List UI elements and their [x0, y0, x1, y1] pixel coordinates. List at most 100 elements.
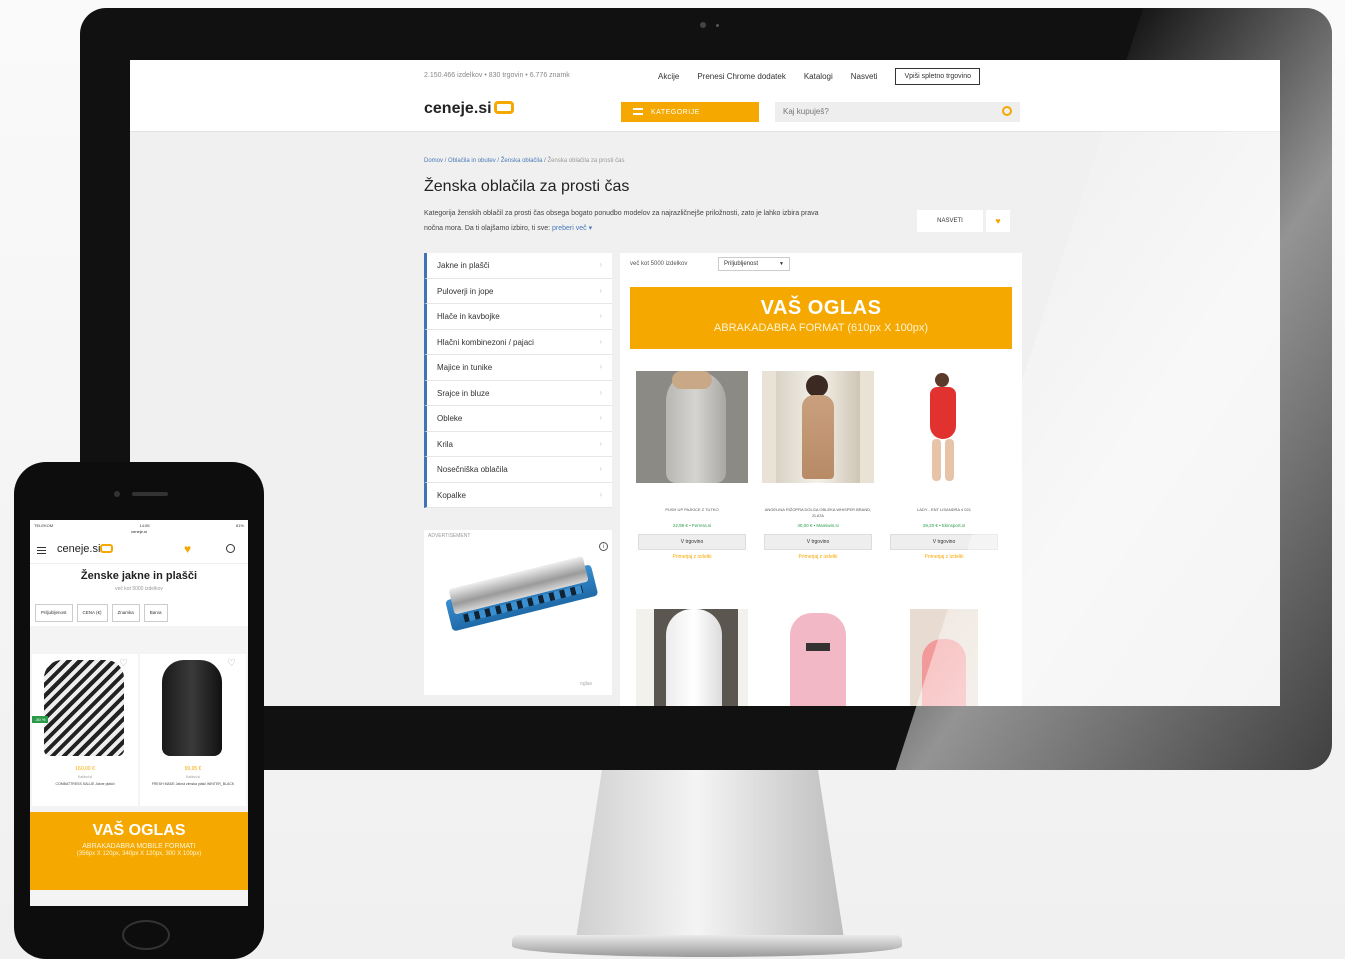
sidebar-item-label: Kopalke: [437, 490, 466, 500]
breadcrumb-clothing[interactable]: Oblačila in obutev: [448, 158, 496, 164]
product-image[interactable]: [636, 609, 748, 706]
product-name[interactable]: COMBATTRESS SALUE Jakne plašči: [40, 782, 130, 787]
product-name[interactable]: PUSH UP PAJKICE Z TUTKO: [636, 507, 748, 519]
product-name[interactable]: FRESH MADE Jakna zimska plašč WINTER_BLA…: [148, 782, 238, 787]
sidebar-item-label: Majice in tunike: [437, 363, 493, 372]
link-katalogi[interactable]: Katalogi: [804, 72, 833, 81]
search-input[interactable]: Kaj kupuješ?: [775, 102, 1020, 122]
sidebar-item-pants[interactable]: Hlače in kavbojke ›: [424, 304, 612, 330]
menu-icon[interactable]: [37, 547, 46, 554]
product-image[interactable]: [44, 660, 124, 756]
chevron-right-icon: ›: [599, 311, 602, 320]
product-image[interactable]: [762, 371, 874, 483]
filter-popularity[interactable]: Priljubljenost: [35, 604, 73, 622]
ad-banner[interactable]: VAŠ OGLAS ABRAKADABRA FORMAT (610px X 10…: [630, 287, 1012, 349]
chevron-right-icon: ›: [599, 260, 602, 269]
product-card[interactable]: [762, 609, 874, 706]
mobile-results-count: več kot 5000 izdelkov: [30, 586, 248, 600]
compare-link[interactable]: Primerjaj z izdelki: [762, 554, 874, 560]
banner-subtitle: ABRAKADABRA MOBILE FORMATI: [82, 843, 196, 850]
chevron-right-icon: ›: [599, 438, 602, 448]
product-card[interactable]: [636, 609, 748, 706]
category-sidebar: Jakne in plašči › Puloverji in jope › Hlač…: [424, 253, 612, 508]
sort-select[interactable]: Priljubljenost ▼: [718, 257, 790, 271]
compare-link[interactable]: Primerjaj z izdelki: [636, 554, 748, 560]
product-price: 99,95 €: [184, 766, 202, 772]
add-store-button[interactable]: Vpiši spletno trgovino: [895, 68, 980, 85]
ad-label: ADVERTISEMENT: [428, 533, 471, 539]
sidebar-item-shirts[interactable]: Srajce in bluze ›: [424, 380, 612, 406]
product-price: 40,00 € • Mamiwin.si: [797, 523, 839, 528]
desktop-monitor: 2.150.466 izdelkov • 830 trgovin • 6.776…: [80, 8, 1332, 770]
mobile-ad-banner[interactable]: VAŠ OGLAS ABRAKADABRA MOBILE FORMATI (35…: [30, 812, 248, 890]
search-icon[interactable]: [226, 544, 235, 553]
sidebar-item-label: Puloverji in jope: [437, 286, 494, 296]
read-more-link[interactable]: preberi več: [552, 225, 587, 232]
go-to-store-button[interactable]: V trgovino: [638, 534, 746, 550]
sort-value: Priljubljenost: [724, 261, 759, 267]
speaker-icon: [132, 492, 168, 496]
top-figure: [672, 371, 712, 389]
sidebar-item-dresses[interactable]: Obleke ›: [424, 406, 612, 432]
camera-icon: [700, 22, 706, 28]
filter-brand[interactable]: Znamka: [111, 604, 140, 622]
link-akcije[interactable]: Akcije: [658, 72, 679, 81]
filter-color[interactable]: Barva: [143, 604, 168, 622]
breadcrumb-current: Ženska oblačila za prosti čas: [547, 158, 625, 164]
tips-button[interactable]: NASVETI: [917, 210, 983, 232]
product-image[interactable]: [636, 371, 748, 483]
mobile-product-card[interactable]: ♡ 99,95 € Kalibol.si FRESH MADE Jakna zi…: [140, 654, 246, 806]
favorite-button[interactable]: ♥: [986, 210, 1010, 232]
product-store: Kalibol.si: [185, 775, 200, 779]
product-image[interactable]: [162, 660, 222, 756]
breadcrumb-home[interactable]: Domov: [424, 158, 443, 164]
address-bar[interactable]: ceneje.si: [30, 529, 248, 534]
chevron-right-icon: ›: [599, 413, 602, 422]
home-button[interactable]: [122, 920, 170, 950]
front-camera-icon: [114, 491, 120, 497]
hair-figure: [806, 375, 828, 397]
chevron-right-icon: ›: [599, 362, 602, 371]
mobile-product-card[interactable]: ♡ -50 % 160,00 € Kalibol.si COMBATTRESS …: [32, 654, 138, 806]
banner-title: VAŠ OGLAS: [92, 822, 186, 839]
mobile-screen: TELEKOM 14:55 81% ceneje.si ceneje.si ♥ …: [30, 520, 248, 906]
filter-price[interactable]: CENA (€): [76, 604, 108, 622]
categories-button[interactable]: KATEGORIJE: [621, 102, 759, 122]
sidebar-item-tshirts[interactable]: Majice in tunike ›: [424, 355, 612, 381]
product-price: 22,99 € • Ferrera.si: [672, 523, 712, 528]
sidebar-item-jumpsuits[interactable]: Hlačni kombinezoni / pajaci ›: [424, 329, 612, 355]
sidebar-ad[interactable]: ADVERTISEMENT i oglas: [424, 530, 612, 695]
chevron-right-icon: ›: [599, 336, 602, 346]
sensor-icon: [716, 24, 719, 27]
product-price: 160,00 €: [75, 766, 95, 772]
product-image[interactable]: [888, 371, 1000, 483]
product-store: Kalibol.si: [77, 775, 92, 779]
search-icon[interactable]: [1002, 106, 1012, 116]
sidebar-item-swimwear[interactable]: Kopalke ›: [424, 482, 612, 508]
sidebar-item-maternity[interactable]: Nosečniška oblačila ›: [424, 457, 612, 483]
breadcrumb-womens[interactable]: Ženska oblačila: [501, 158, 543, 164]
logo-text: ceneje.si: [57, 543, 101, 555]
heart-outline-icon[interactable]: ♡: [227, 658, 236, 669]
product-card[interactable]: ANGELINA RIŽOPRA DOLGA OBLEKA WHISPER BR…: [762, 371, 874, 560]
logo-bubble-icon: [493, 101, 514, 114]
sidebar-item-jackets[interactable]: Jakne in plašči ›: [424, 253, 612, 279]
chevron-right-icon: ›: [599, 489, 602, 499]
heart-outline-icon[interactable]: ♡: [119, 658, 128, 669]
product-mockup: 2.150.466 izdelkov • 830 trgovin • 6.776…: [0, 0, 1345, 959]
info-icon[interactable]: i: [599, 542, 608, 551]
search-placeholder: Kaj kupuješ?: [783, 107, 829, 116]
heart-icon[interactable]: ♥: [184, 542, 191, 556]
link-nasveti[interactable]: Nasveti: [851, 72, 878, 81]
product-card[interactable]: PUSH UP PAJKICE Z TUTKO 22,99 € • Ferrer…: [636, 371, 748, 560]
product-image[interactable]: [762, 609, 874, 706]
site-logo[interactable]: ceneje.si: [424, 100, 514, 118]
mobile-logo[interactable]: ceneje.si: [57, 543, 114, 555]
link-chrome-addon[interactable]: Prenesi Chrome dodatek: [697, 72, 786, 81]
sidebar-item-sweaters[interactable]: Puloverji in jope ›: [424, 278, 612, 304]
product-name[interactable]: ANGELINA RIŽOPRA DOLGA OBLEKA WHISPER BR…: [762, 507, 874, 519]
go-to-store-button[interactable]: V trgovino: [764, 534, 872, 550]
sidebar-item-skirts[interactable]: Krila ›: [424, 431, 612, 457]
categories-label: KATEGORIJE: [651, 109, 700, 116]
sidebar-item-label: Jakne in plašči: [437, 261, 490, 270]
